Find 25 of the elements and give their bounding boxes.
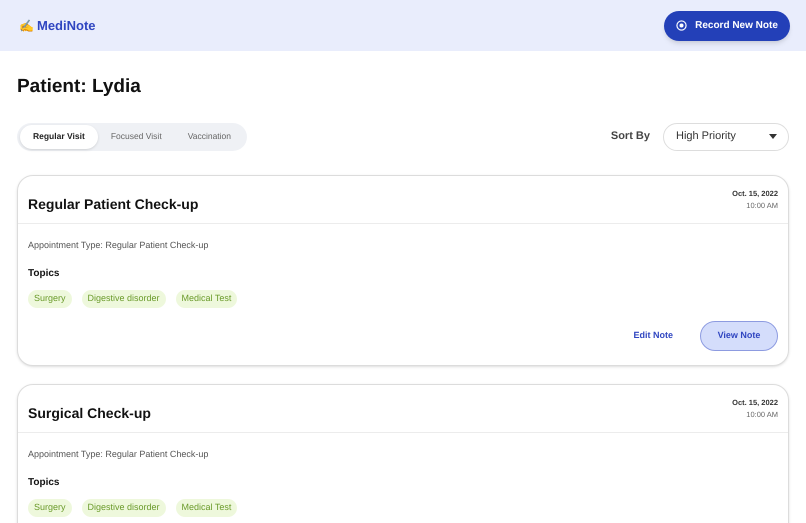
- logo-icon: ✍: [19, 16, 34, 34]
- note-title: Surgical Check-up: [28, 404, 151, 423]
- visit-tab[interactable]: Focused Visit: [98, 124, 175, 148]
- topics-heading: Topics: [28, 476, 60, 490]
- note-title: Regular Patient Check-up: [28, 194, 198, 214]
- record-new-note-button[interactable]: Record New Note: [664, 10, 790, 40]
- topic-tag: Digestive disorder: [82, 499, 166, 516]
- topic-tag: Surgery: [28, 499, 72, 516]
- topic-tag: Surgery: [28, 290, 72, 308]
- record-icon: [676, 20, 688, 31]
- topic-tag: Medical Test: [176, 499, 238, 516]
- dropdown-caret-icon: [769, 134, 777, 139]
- sort-dropdown[interactable]: High Priority: [663, 122, 789, 150]
- visit-tab[interactable]: Regular Visit: [20, 124, 98, 148]
- appointment-type: Appointment Type: Regular Patient Check-up: [28, 448, 210, 461]
- appointment-type: Appointment Type: Regular Patient Check-up: [28, 238, 210, 252]
- topics-heading: Topics: [28, 267, 60, 281]
- topic-tag: Digestive disorder: [82, 290, 166, 308]
- edit-note-link[interactable]: Edit Note: [634, 328, 673, 342]
- visit-tab[interactable]: Vaccination: [174, 124, 244, 148]
- topic-tag: Medical Test: [176, 290, 238, 308]
- app-name[interactable]: MediNote: [37, 16, 96, 36]
- view-note-button[interactable]: View Note: [700, 320, 778, 350]
- patient-title: Patient: Lydia: [17, 75, 142, 99]
- sort-label: Sort By: [610, 129, 650, 144]
